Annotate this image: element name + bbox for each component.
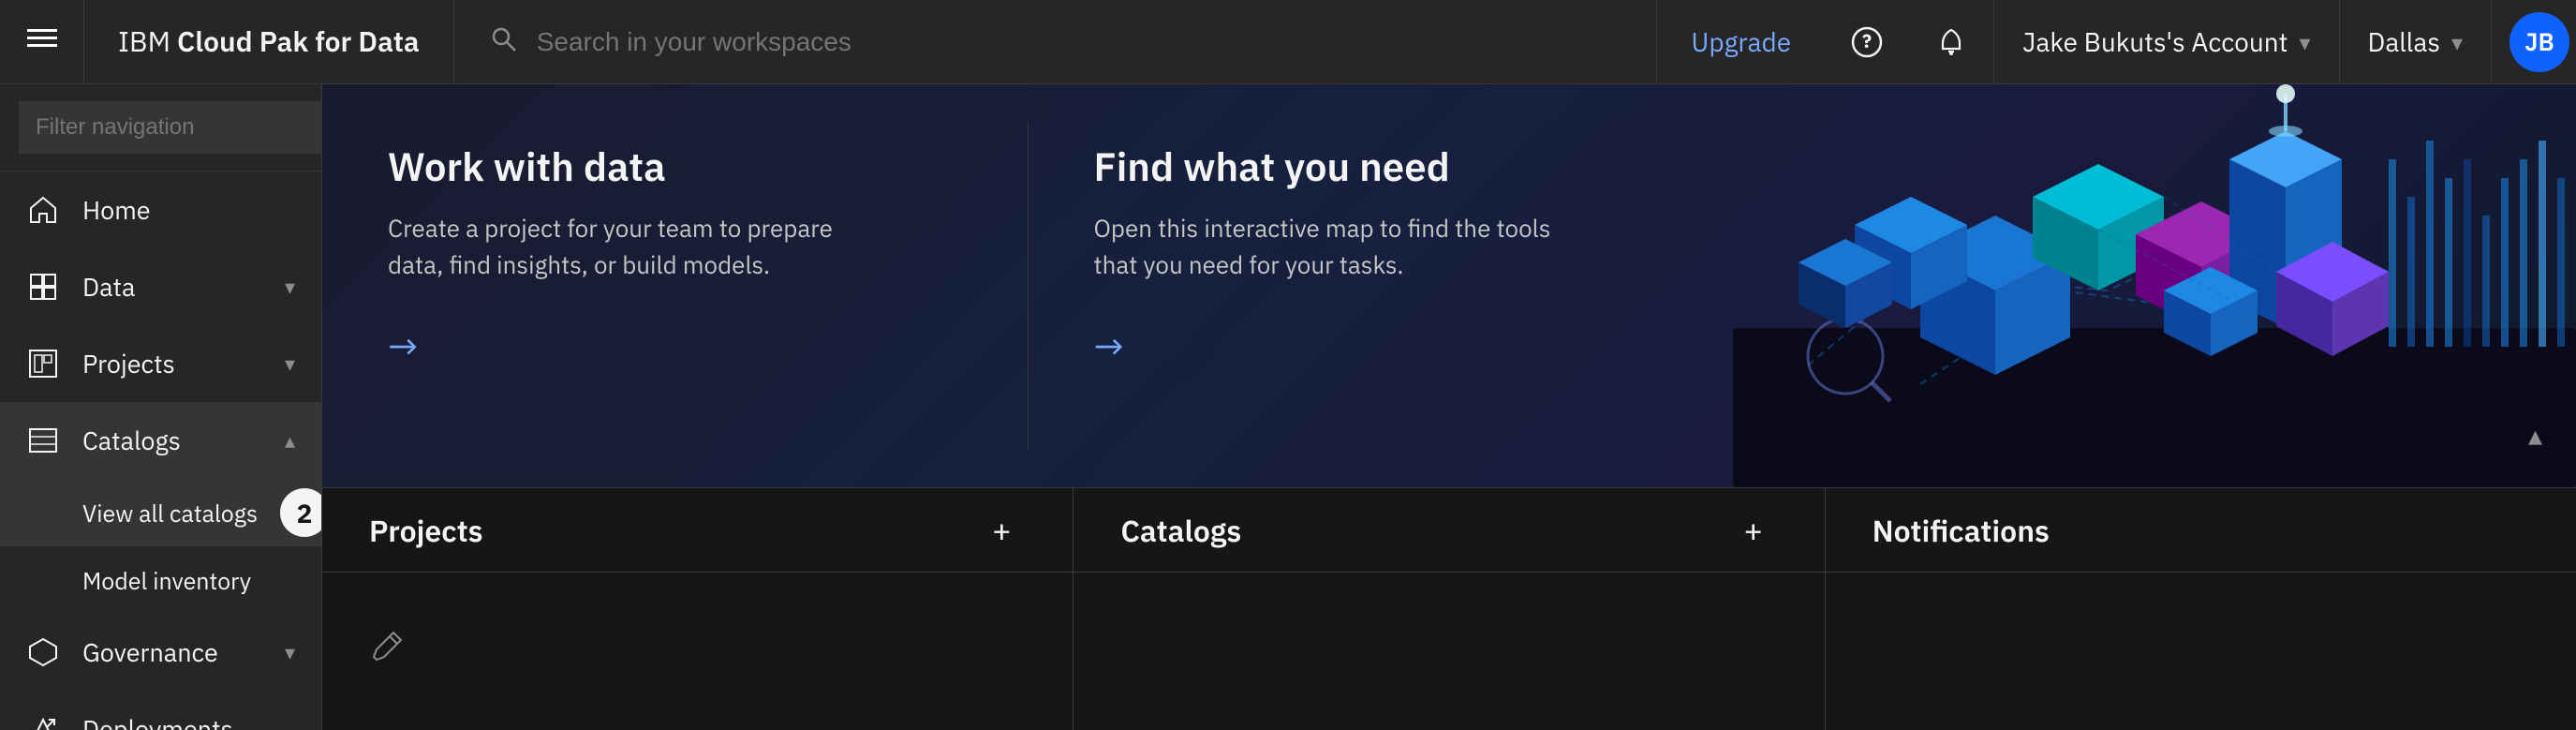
chevron-up-icon: ▴	[285, 427, 295, 454]
isometric-illustration	[1733, 84, 2576, 487]
notifications-panel-title: Notifications	[1873, 511, 2050, 550]
region-label: Dallas	[2368, 24, 2440, 59]
brand-logo: IBM Cloud Pak for Data	[84, 0, 454, 84]
notifications-panel: Notifications	[1826, 488, 2576, 730]
find-what-you-need-description: Open this interactive map to find the to…	[1094, 211, 1562, 284]
sidebar-item-home[interactable]: Home	[0, 171, 321, 248]
catalogs-panel-title: Catalogs	[1120, 511, 1241, 550]
sidebar-item-data[interactable]: Data ▾	[0, 248, 321, 325]
hero-content: Work with data Create a project for your…	[322, 84, 1733, 487]
projects-icon	[26, 347, 60, 380]
model-inventory-label: Model inventory	[82, 565, 251, 596]
projects-panel-header: Projects +	[322, 488, 1073, 573]
sidebar-item-deployments[interactable]: Deployments	[0, 691, 321, 730]
governance-icon	[26, 635, 60, 669]
main-layout: Home Data ▾	[0, 84, 2576, 730]
search-icon	[488, 23, 518, 61]
filter-navigation-input[interactable]	[19, 101, 322, 154]
sidebar-item-home-label: Home	[82, 194, 295, 227]
account-label: Jake Bukuts's Account	[2022, 24, 2287, 59]
user-avatar: JB	[2509, 12, 2569, 72]
sidebar-item-catalogs[interactable]: Catalogs ▴	[0, 402, 321, 479]
view-all-catalogs-label: View all catalogs	[82, 498, 258, 529]
chevron-down-icon: ▾	[2451, 27, 2463, 57]
sidebar-filter-bar	[0, 84, 321, 171]
sidebar-item-data-label: Data	[82, 271, 262, 304]
notifications-bell-button[interactable]	[1909, 0, 1993, 84]
edit-icon	[369, 629, 405, 674]
find-what-you-need-card[interactable]: Find what you need Open this interactive…	[1029, 84, 1734, 487]
find-what-you-need-arrow[interactable]: →	[1094, 321, 1668, 370]
main-content: Work with data Create a project for your…	[322, 84, 2576, 730]
catalogs-panel: Catalogs +	[1073, 488, 1825, 730]
sidebar-item-governance-label: Governance	[82, 636, 262, 669]
find-what-you-need-title: Find what you need	[1094, 141, 1668, 192]
sidebar-item-projects-label: Projects	[82, 348, 262, 380]
sidebar-item-governance[interactable]: Governance ▾	[0, 614, 321, 691]
sidebar: Home Data ▾	[0, 84, 322, 730]
bottom-panels: Projects + Catalogs +	[322, 487, 2576, 730]
catalogs-add-button[interactable]: +	[1729, 506, 1778, 555]
work-with-data-description: Create a project for your team to prepar…	[388, 211, 856, 284]
topnav-actions: Upgrade ? Jake Bukuts's Account ▾ Dallas…	[1657, 0, 2576, 84]
help-button[interactable]: ?	[1825, 0, 1909, 84]
account-button[interactable]: Jake Bukuts's Account ▾	[1993, 0, 2339, 84]
notifications-panel-header: Notifications	[1826, 488, 2576, 573]
region-button[interactable]: Dallas ▾	[2340, 0, 2492, 84]
work-with-data-arrow[interactable]: →	[388, 321, 962, 370]
deployments-icon	[26, 712, 60, 730]
sidebar-item-model-inventory[interactable]: Model inventory	[0, 546, 321, 614]
hero-section: Work with data Create a project for your…	[322, 84, 2576, 487]
sidebar-item-view-all-catalogs[interactable]: View all catalogs 2	[0, 479, 321, 546]
work-with-data-card[interactable]: Work with data Create a project for your…	[322, 84, 1028, 487]
menu-button[interactable]	[0, 0, 84, 84]
search-bar[interactable]	[454, 0, 1658, 84]
sidebar-item-catalogs-label: Catalogs	[82, 425, 262, 457]
work-with-data-title: Work with data	[388, 141, 962, 192]
projects-panel-title: Projects	[369, 511, 483, 550]
catalogs-panel-header: Catalogs +	[1073, 488, 1824, 573]
chevron-down-icon: ▾	[2299, 27, 2310, 57]
top-navigation: IBM Cloud Pak for Data Upgrade ?	[0, 0, 2576, 84]
data-icon	[26, 270, 60, 304]
avatar[interactable]: JB	[2492, 0, 2576, 84]
svg-text:?: ?	[1862, 28, 1872, 53]
catalog-count-badge: 2	[280, 488, 321, 537]
projects-panel: Projects +	[322, 488, 1073, 730]
projects-add-button[interactable]: +	[977, 506, 1026, 555]
sidebar-item-projects[interactable]: Projects ▾	[0, 325, 321, 402]
catalogs-icon	[26, 424, 60, 457]
upgrade-button[interactable]: Upgrade	[1657, 0, 1825, 84]
search-input[interactable]	[537, 27, 1623, 57]
chevron-down-icon: ▾	[285, 350, 295, 378]
notifications-panel-body	[1826, 573, 2576, 730]
projects-panel-body	[322, 573, 1073, 730]
sidebar-item-deployments-label: Deployments	[82, 713, 295, 730]
brand-name: IBM Cloud Pak for Data	[118, 23, 420, 60]
home-icon	[26, 193, 60, 227]
catalogs-panel-body	[1073, 573, 1824, 730]
hero-illustration	[1733, 84, 2576, 487]
chevron-down-icon: ▾	[285, 639, 295, 666]
sidebar-navigation: Home Data ▾	[0, 171, 321, 730]
menu-icon	[27, 23, 57, 61]
scroll-up-button[interactable]: ▴	[2528, 417, 2542, 454]
chevron-down-icon: ▾	[285, 274, 295, 301]
